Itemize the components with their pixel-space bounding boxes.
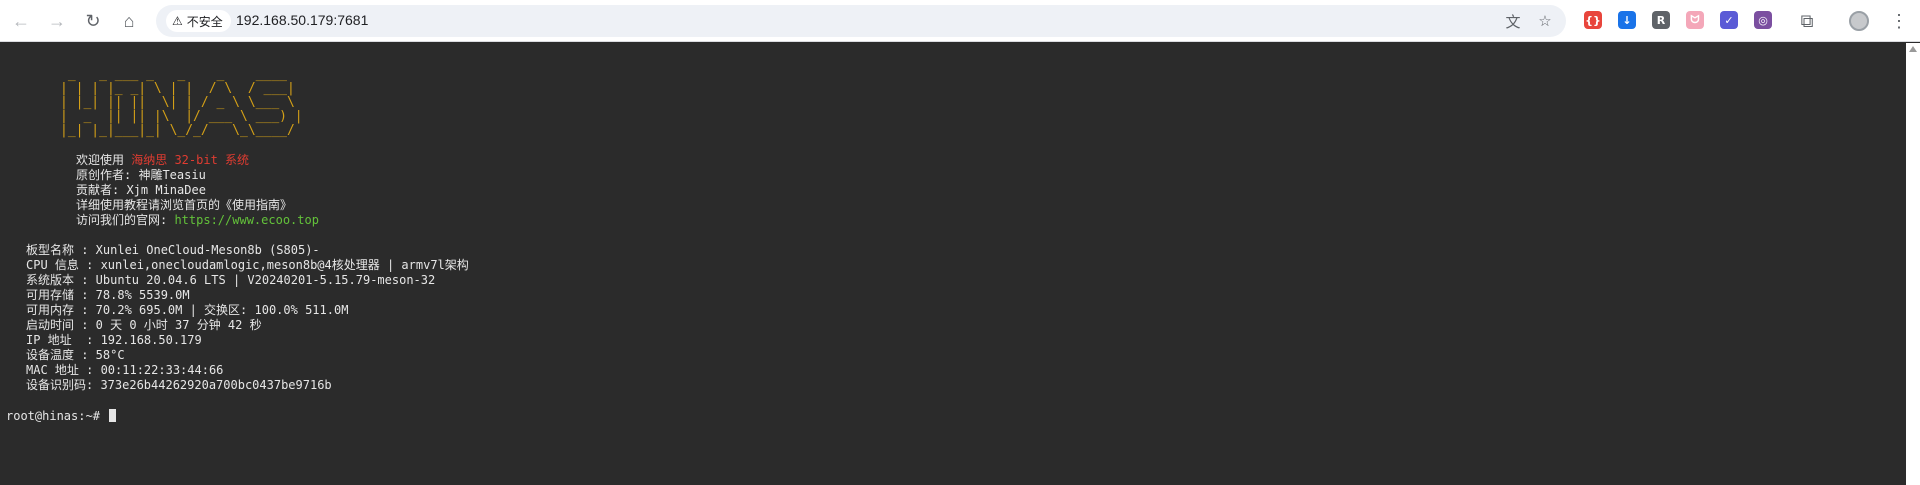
downloader-extension[interactable]: ↓ (1618, 11, 1636, 29)
welcome-prefix: 欢迎使用 (76, 153, 132, 167)
more-vert-icon: ⋮ (1890, 10, 1908, 31)
puzzle-icon: ⧉ (1800, 10, 1814, 32)
scroll-up-icon[interactable] (1909, 46, 1917, 52)
extensions-menu-button[interactable]: ⧉ (1792, 6, 1822, 36)
arrow-left-icon: ← (12, 10, 30, 31)
guide-line: 详细使用教程请浏览首页的《使用指南》 (76, 198, 293, 212)
site-link[interactable]: https://www.ecoo.top (174, 213, 319, 227)
translate-icon[interactable]: 文 (1502, 10, 1524, 32)
home-icon: ⌂ (123, 10, 135, 31)
sysinfo-line: MAC 地址 : 00:11:22:33:44:66 (26, 363, 224, 377)
sysinfo-line: 系统版本 : Ubuntu 20.04.6 LTS | V20240201-5.… (26, 273, 436, 287)
shell-prompt[interactable]: root@hinas:~# (6, 409, 117, 424)
arrow-right-icon: → (48, 10, 66, 31)
sysinfo-line: IP 地址 : 192.168.50.179 (26, 333, 202, 347)
logo-line: | | | |_ _| \ | | / \ / ___| (60, 81, 303, 96)
sysinfo-line: CPU 信息 : xunlei,onecloudamlogic,meson8b@… (26, 258, 469, 272)
settings-extension[interactable]: ◎ (1754, 11, 1772, 29)
profile-button[interactable] (1844, 6, 1874, 36)
avatar (1849, 11, 1869, 31)
back-button[interactable]: ← (6, 6, 36, 36)
menu-button[interactable]: ⋮ (1884, 6, 1914, 36)
security-chip[interactable]: ⚠ 不安全 (166, 10, 231, 32)
logo-line: _ _ ___ _ _ _ ____ (60, 67, 303, 82)
sysinfo-line: 设备温度 : 58°C (26, 348, 125, 362)
forward-button[interactable]: → (42, 6, 72, 36)
translate-extension[interactable]: ✓ (1720, 11, 1738, 29)
system-info: 板型名称 : Xunlei OneCloud-Meson8b (S805)- C… (26, 243, 469, 393)
json-extension[interactable]: {} (1584, 11, 1602, 29)
contributor-line: 贡献者: Xjm MinaDee (76, 183, 206, 197)
warning-icon: ⚠ (172, 14, 183, 28)
logo-line: | _ || || |\ |/ ___ \ ___) | (60, 109, 303, 124)
sysinfo-line: 可用存储 : 78.8% 5539.0M (26, 288, 190, 302)
bookmark-star-icon[interactable]: ☆ (1534, 10, 1556, 32)
address-bar[interactable]: ⚠ 不安全 192.168.50.179:7681 文 ☆ (156, 5, 1566, 37)
prompt-text: root@hinas:~# (6, 409, 108, 423)
r-extension[interactable]: R (1652, 11, 1670, 29)
hinas-ascii-logo: _ _ ___ _ _ _ ____ | | | |_ _| \ | | / \… (60, 68, 303, 138)
system-name: 海纳思 32-bit 系统 (131, 153, 250, 167)
bilibili-extension[interactable]: ᗢ (1686, 11, 1704, 29)
terminal-scrollbar[interactable] (1906, 43, 1920, 485)
site-prefix: 访问我们的官网: (76, 213, 175, 227)
sysinfo-line: 设备识别码: 373e26b44262920a700bc0437be9716b (26, 378, 332, 392)
browser-toolbar: ← → ↻ ⌂ ⚠ 不安全 192.168.50.179:7681 文 ☆ {}… (0, 0, 1920, 42)
reload-button[interactable]: ↻ (78, 6, 108, 36)
sysinfo-line: 可用内存 : 70.2% 695.0M | 交换区: 100.0% 511.0M (26, 303, 349, 317)
security-label: 不安全 (186, 14, 223, 29)
reload-icon: ↻ (85, 10, 101, 31)
sysinfo-line: 板型名称 : Xunlei OneCloud-Meson8b (S805)- (26, 243, 320, 257)
welcome-block: 欢迎使用 海纳思 32-bit 系统 原创作者: 神雕Teasiu 贡献者: X… (76, 153, 319, 228)
home-button[interactable]: ⌂ (114, 6, 144, 36)
url-text[interactable]: 192.168.50.179:7681 (236, 12, 368, 28)
logo-line: | |_| || || \| | / _ \ \___ \ (60, 95, 303, 110)
author-line: 原创作者: 神雕Teasiu (76, 168, 206, 182)
sysinfo-line: 启动时间 : 0 天 0 小时 37 分钟 42 秒 (26, 318, 262, 332)
logo-line: |_| |_|___|_| \_/_/ \_\____/ (60, 123, 303, 138)
terminal-cursor (109, 409, 117, 422)
